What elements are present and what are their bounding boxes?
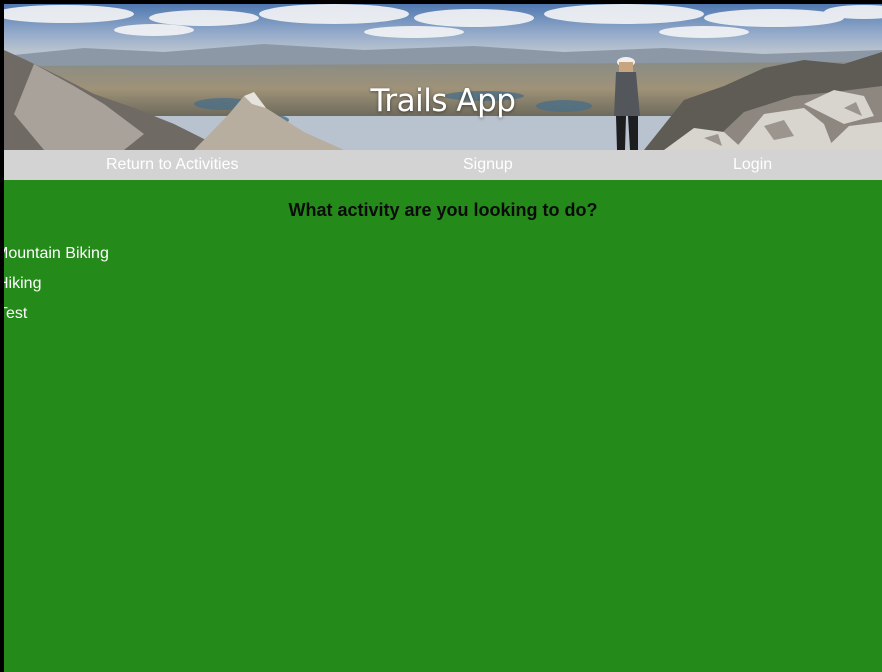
- app-title: Trails App: [370, 83, 516, 119]
- login-link[interactable]: Login: [733, 150, 772, 180]
- activity-question-heading: What activity are you looking to do?: [288, 200, 598, 220]
- return-to-activities-link[interactable]: Return to Activities: [106, 150, 239, 180]
- app-frame: Trails App Return to Activities Signup L…: [4, 4, 882, 672]
- signup-link[interactable]: Signup: [463, 150, 513, 180]
- hero-banner: Trails App: [4, 4, 882, 150]
- mountain-panorama-image: [4, 4, 882, 150]
- activity-list: Mountain Biking Hiking Test: [4, 242, 109, 332]
- activity-item-hiking[interactable]: Hiking: [4, 272, 109, 302]
- activity-item-mountain-biking[interactable]: Mountain Biking: [4, 242, 109, 272]
- top-nav-bar: Return to Activities Signup Login: [4, 150, 882, 180]
- activity-item-test[interactable]: Test: [4, 302, 109, 332]
